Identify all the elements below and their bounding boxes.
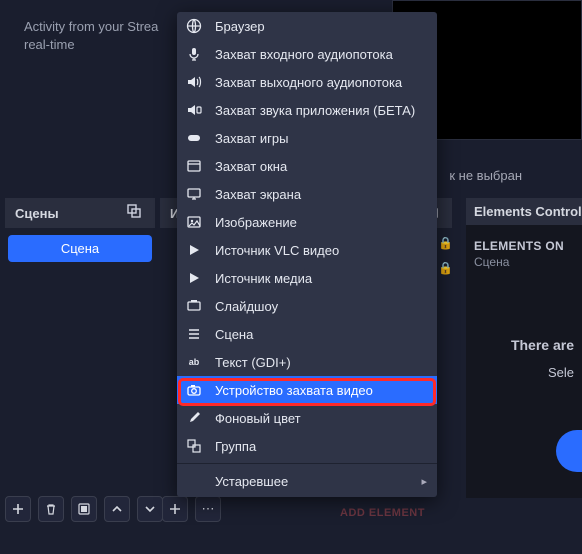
menu-label: Сцена — [215, 327, 427, 342]
sources-toolbar: ⋯ — [162, 496, 221, 522]
menu-item-scene[interactable]: Сцена — [177, 320, 437, 348]
menu-label: Браузер — [215, 19, 427, 34]
add-scene-button[interactable] — [5, 496, 31, 522]
menu-label: Источник VLC видео — [215, 243, 427, 258]
menu-label: Устройство захвата видео — [215, 383, 427, 398]
menu-item-image[interactable]: Изображение — [177, 208, 437, 236]
activity-text: Activity from your Strea real-time — [24, 18, 158, 54]
no-source-label: к не выбран — [449, 168, 522, 183]
blank-icon — [185, 472, 203, 490]
menu-item-screen[interactable]: Захват экрана — [177, 180, 437, 208]
move-down-button[interactable] — [137, 496, 163, 522]
menu-label: Фоновый цвет — [215, 411, 427, 426]
scene-item[interactable]: Сцена — [8, 235, 152, 262]
text-icon: ab — [185, 353, 203, 371]
there-are-label: There are — [474, 337, 574, 353]
menu-item-slideshow[interactable]: Слайдшоу — [177, 292, 437, 320]
add-element-label[interactable]: ADD ELEMENT — [340, 507, 425, 519]
gamepad-icon — [185, 129, 203, 147]
menu-item-media[interactable]: Источник медиа — [177, 264, 437, 292]
scenes-toolbar — [5, 496, 163, 522]
menu-label: Захват входного аудиопотока — [215, 47, 427, 62]
menu-item-window[interactable]: Захват окна — [177, 152, 437, 180]
lock-icon[interactable]: 🔒 — [438, 236, 453, 250]
window-icon — [185, 157, 203, 175]
menu-item-color[interactable]: Фоновый цвет — [177, 404, 437, 432]
scenes-panel: Сцены Сцена — [5, 198, 155, 268]
menu-item-video-capture[interactable]: Устройство захвата видео — [177, 376, 437, 404]
globe-icon — [185, 17, 203, 35]
speaker-icon — [185, 73, 203, 91]
play-icon — [185, 241, 203, 259]
menu-label: Захват игры — [215, 131, 427, 146]
filters-button[interactable] — [71, 496, 97, 522]
monitor-icon — [185, 185, 203, 203]
menu-item-audio-in[interactable]: Захват входного аудиопотока — [177, 40, 437, 68]
lock-column: 🔒 🔒 — [438, 236, 453, 275]
menu-label: Текст (GDI+) — [215, 355, 427, 370]
menu-item-browser[interactable]: Браузер — [177, 12, 437, 40]
menu-item-text[interactable]: ab Текст (GDI+) — [177, 348, 437, 376]
add-button[interactable] — [556, 430, 582, 472]
menu-label: Захват окна — [215, 159, 427, 174]
group-icon — [185, 437, 203, 455]
menu-item-game[interactable]: Захват игры — [177, 124, 437, 152]
list-icon — [185, 325, 203, 343]
menu-label: Источник медиа — [215, 271, 427, 286]
image-icon — [185, 213, 203, 231]
move-up-button[interactable] — [104, 496, 130, 522]
more-button[interactable]: ⋯ — [195, 496, 221, 522]
menu-label: Слайдшоу — [215, 299, 427, 314]
elements-scene-label: Сцена — [474, 255, 574, 269]
add-source-button[interactable] — [162, 496, 188, 522]
menu-label: Изображение — [215, 215, 427, 230]
menu-label: Захват выходного аудиопотока — [215, 75, 427, 90]
delete-scene-button[interactable] — [38, 496, 64, 522]
source-type-menu: Браузер Захват входного аудиопотока Захв… — [177, 12, 437, 497]
menu-separator — [177, 463, 437, 464]
menu-label: Устаревшее — [215, 474, 409, 489]
menu-item-vlc[interactable]: Источник VLC видео — [177, 236, 437, 264]
select-label: Sele — [474, 365, 574, 380]
elements-on-label: ELEMENTS ON — [474, 239, 574, 253]
media-icon — [185, 269, 203, 287]
menu-item-audio-out[interactable]: Захват выходного аудиопотока — [177, 68, 437, 96]
menu-label: Захват звука приложения (БЕТА) — [215, 103, 427, 118]
elements-panel: Elements Control ELEMENTS ON Сцена There… — [466, 198, 582, 498]
menu-item-deprecated[interactable]: Устаревшее — [177, 467, 437, 495]
elements-header: Elements Control — [466, 198, 582, 225]
slideshow-icon — [185, 297, 203, 315]
brush-icon — [185, 409, 203, 427]
microphone-icon — [185, 45, 203, 63]
menu-label: Захват экрана — [215, 187, 427, 202]
menu-item-group[interactable]: Группа — [177, 432, 437, 460]
camera-icon — [185, 381, 203, 399]
dock-icon[interactable] — [127, 204, 145, 222]
app-audio-icon — [185, 101, 203, 119]
menu-item-app-audio[interactable]: Захват звука приложения (БЕТА) — [177, 96, 437, 124]
lock-icon[interactable]: 🔒 — [438, 261, 453, 275]
menu-label: Группа — [215, 439, 427, 454]
scenes-header: Сцены — [5, 198, 155, 229]
